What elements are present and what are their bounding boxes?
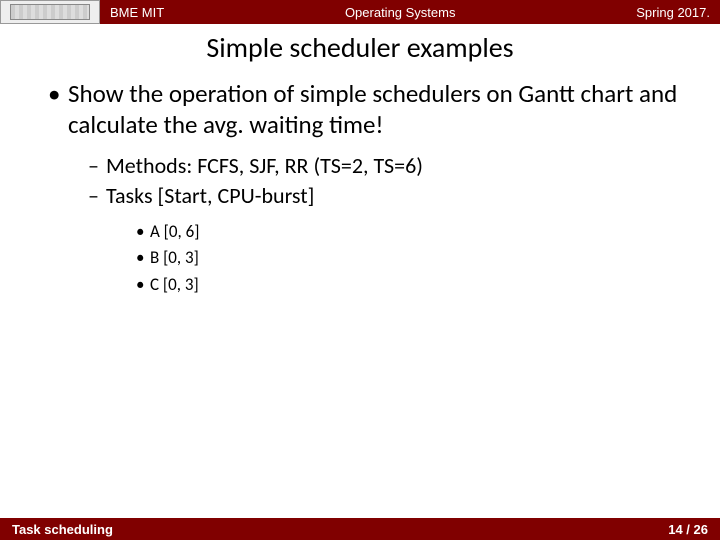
slide-footer: Task scheduling 14 / 26: [0, 518, 720, 540]
main-bullet: Show the operation of simple schedulers …: [48, 79, 692, 140]
slide-content: Show the operation of simple schedulers …: [0, 79, 720, 298]
task-item: A [0, 6]: [136, 219, 692, 245]
task-list: A [0, 6] B [0, 3] C [0, 3]: [28, 219, 692, 298]
sub-bullet-tasks: Tasks [Start, CPU-burst]: [88, 182, 692, 210]
slide-title: Simple scheduler examples: [0, 30, 720, 65]
logo-graphic: [10, 4, 90, 20]
header-left: BME MIT: [100, 5, 164, 20]
task-item: C [0, 3]: [136, 272, 692, 298]
slide-header: BME MIT Operating Systems Spring 2017.: [0, 0, 720, 24]
footer-page-number: 14 / 26: [668, 522, 708, 537]
task-item: B [0, 3]: [136, 245, 692, 271]
institution-logo: [0, 0, 100, 24]
header-center: Operating Systems: [164, 5, 636, 20]
header-right: Spring 2017.: [636, 5, 720, 20]
footer-topic: Task scheduling: [12, 522, 113, 537]
sub-bullets: Methods: FCFS, SJF, RR (TS=2, TS=6) Task…: [28, 152, 692, 209]
sub-bullet-methods: Methods: FCFS, SJF, RR (TS=2, TS=6): [88, 152, 692, 180]
